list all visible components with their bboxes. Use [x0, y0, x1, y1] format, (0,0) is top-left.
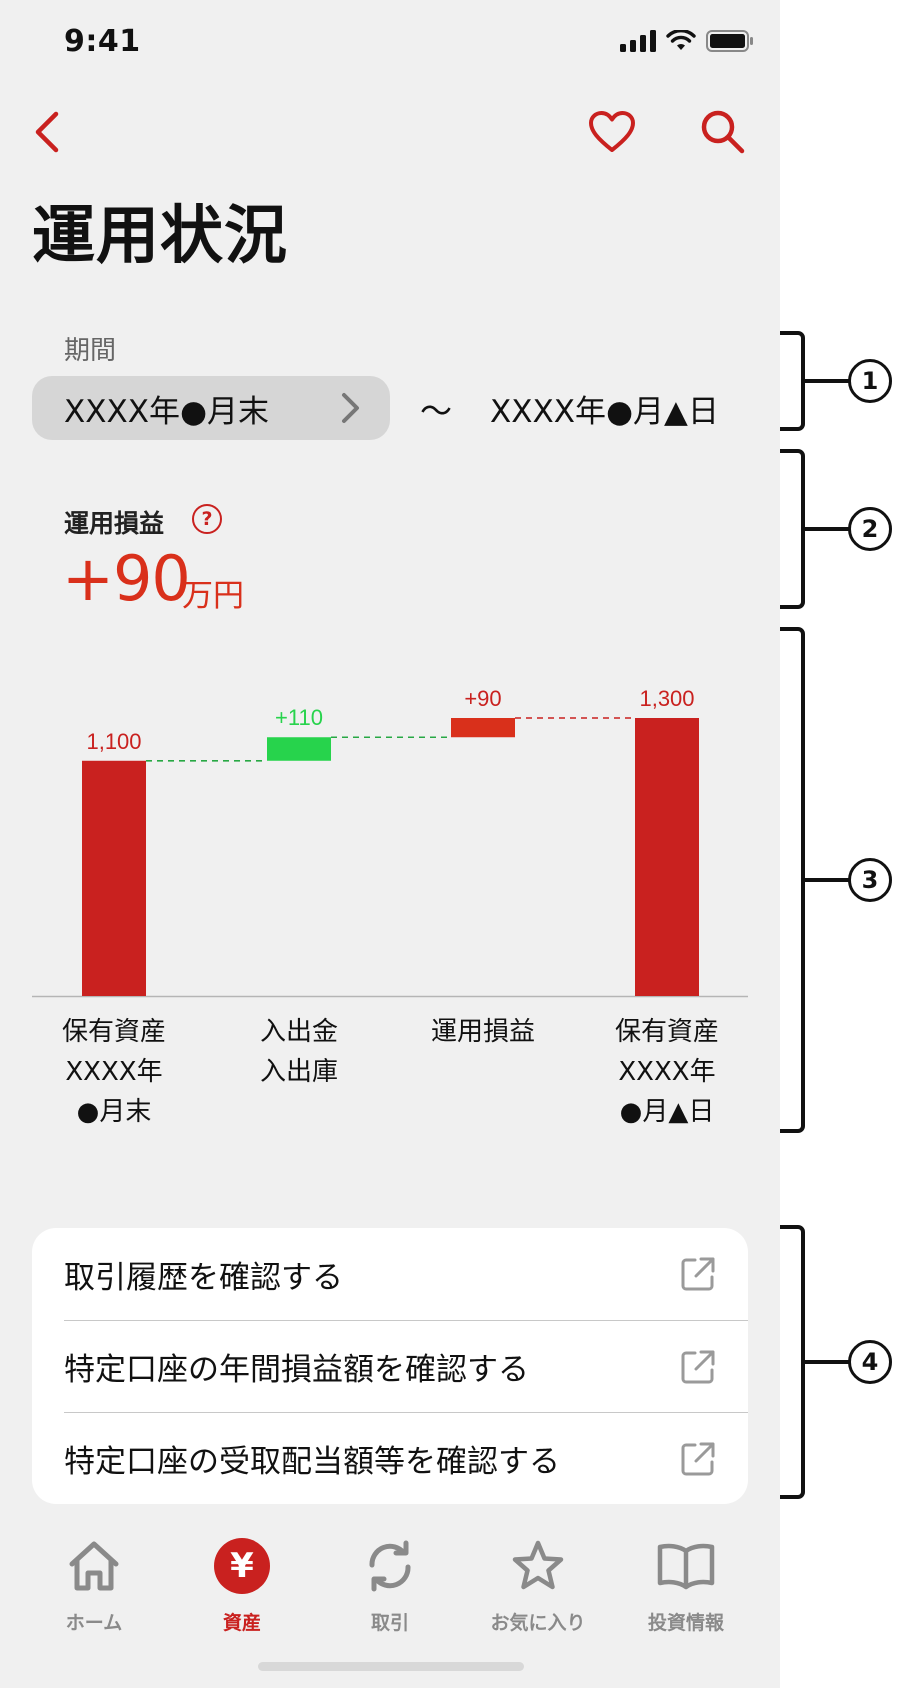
star-icon [512, 1540, 564, 1590]
chart-category-line: ●月▲日 [619, 1097, 715, 1127]
link-label: 特定口座の年間損益額を確認する [64, 1352, 529, 1388]
phone-screen: 9:41 運用状況 期間 XXXX年●月末 〜 XXXX年●月▲日 運用損益 ?… [0, 0, 780, 1688]
yen-icon: ¥ [214, 1538, 270, 1594]
heart-icon [589, 111, 635, 152]
waterfall-chart: 1,100 +110 +90 1,300 保有資産 XXXX年 ●月末 入出金入出庫 運用損益… [0, 660, 780, 1140]
chart-bar [267, 737, 331, 761]
chart-category-label: 保有資産 XXXX年 ●月▲日 [582, 1012, 752, 1132]
annotation-number: 2 [848, 507, 892, 551]
link-transaction-history[interactable]: 取引履歴を確認する [64, 1228, 748, 1320]
period-start-value: XXXX年●月末 [64, 393, 269, 430]
period-start-selector[interactable]: XXXX年●月末 [32, 376, 390, 440]
external-link-icon [681, 1350, 715, 1384]
tab-assets[interactable]: ¥ 資産 [168, 1530, 316, 1635]
profit-label: 運用損益 [64, 509, 165, 538]
page-title: 運用状況 [32, 199, 288, 272]
tab-label: 取引 [370, 1612, 409, 1634]
period-label: 期間 [64, 336, 117, 366]
profit-value: +90 [62, 542, 191, 615]
help-icon[interactable]: ? [192, 504, 222, 534]
link-label: 取引履歴を確認する [64, 1259, 343, 1296]
annotation-bracket-1: 1 [780, 330, 916, 432]
home-indicator [258, 1662, 524, 1671]
links-card: 取引履歴を確認する 特定口座の年間損益額を確認する 特定口座の受取配当額等を確認… [32, 1228, 748, 1504]
chevron-left-icon [35, 111, 59, 153]
home-icon [69, 1541, 119, 1591]
chart-category-line: 入出金 [259, 1017, 338, 1047]
tab-favorites[interactable]: お気に入り [464, 1530, 612, 1635]
tab-label: 資産 [222, 1612, 261, 1634]
tab-label: お気に入り [490, 1612, 586, 1634]
annotation-number: 3 [848, 858, 892, 902]
chart-category-line: 運用損益 [430, 1017, 535, 1047]
chart-category-label: 入出金 入出庫 [214, 1012, 384, 1092]
favorite-button[interactable] [584, 104, 640, 160]
chart-data-label: 1,300 [639, 686, 694, 711]
chart-category-line: ●月末 [76, 1097, 152, 1127]
chart-category-label: 運用損益 [398, 1012, 568, 1052]
tab-label: ホーム [65, 1612, 123, 1634]
search-icon [701, 110, 745, 154]
chart-category-line: 保有資産 [614, 1017, 719, 1047]
chart-data-label: +110 [275, 705, 323, 730]
back-button[interactable] [22, 104, 72, 160]
link-label: 特定口座の受取配当額等を確認する [64, 1444, 560, 1480]
link-annual-profit-loss[interactable]: 特定口座の年間損益額を確認する [64, 1320, 748, 1412]
tab-trade[interactable]: 取引 [316, 1530, 464, 1635]
external-link-icon [681, 1442, 715, 1476]
cellular-signal-icon [620, 30, 656, 52]
annotation-bracket-2: 2 [780, 448, 916, 610]
status-time: 9:41 [64, 24, 141, 59]
external-link-icon [681, 1257, 715, 1291]
chart-bar [451, 718, 515, 738]
period-end-value: XXXX年●月▲日 [490, 394, 719, 430]
chart-category-line: 保有資産 [61, 1017, 166, 1047]
chevron-right-icon [342, 393, 359, 423]
link-dividends-received[interactable]: 特定口座の受取配当額等を確認する [64, 1412, 748, 1504]
status-icons [620, 30, 754, 52]
tab-bar: ホーム ¥ 資産 取引 お気に入り 投資情報 [0, 1530, 780, 1650]
book-icon [657, 1543, 715, 1590]
wifi-icon [666, 30, 696, 50]
chart-data-label: 1,100 [86, 729, 141, 754]
refresh-icon [369, 1540, 411, 1592]
tab-home[interactable]: ホーム [20, 1530, 168, 1635]
period-separator: 〜 [420, 392, 453, 430]
chart-category-line: XXXX年 [618, 1057, 716, 1087]
chart-category-line: XXXX年 [65, 1057, 163, 1087]
chart-category-line: 入出庫 [259, 1057, 338, 1087]
chart-data-label: +90 [464, 686, 501, 711]
chart-category-label: 保有資産 XXXX年 ●月末 [29, 1012, 199, 1132]
search-button[interactable] [694, 104, 750, 160]
battery-icon [706, 30, 753, 52]
annotation-bracket-4: 4 [780, 1224, 916, 1500]
annotation-bracket-3: 3 [780, 626, 916, 1134]
tab-investment-info[interactable]: 投資情報 [612, 1530, 760, 1635]
annotation-number: 4 [848, 1340, 892, 1384]
tab-label: 投資情報 [647, 1612, 724, 1634]
annotation-number: 1 [848, 359, 892, 403]
profit-unit: 万円 [182, 578, 244, 614]
chart-bar [82, 760, 146, 996]
chart-bar [635, 718, 699, 996]
